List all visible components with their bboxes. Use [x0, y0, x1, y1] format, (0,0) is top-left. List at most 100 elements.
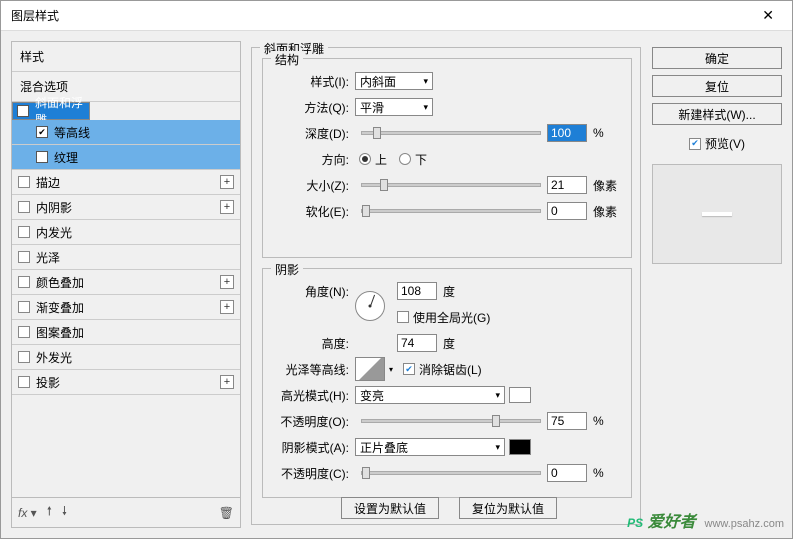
preview-checkbox[interactable]: ✔ — [689, 138, 701, 150]
direction-up-radio[interactable] — [359, 153, 371, 165]
style-item-bevel[interactable]: ✔ 斜面和浮雕 — [12, 102, 90, 120]
checkbox-icon[interactable] — [18, 226, 30, 238]
style-item-satin[interactable]: 光泽 — [12, 245, 240, 270]
direction-label: 方向: — [271, 151, 349, 168]
soften-label: 软化(E): — [271, 203, 349, 220]
shadow-opacity-input[interactable]: 0 — [547, 464, 587, 482]
styles-footer: fx ▾ 🠕 🠗 🗑 — [12, 497, 240, 527]
style-item-pattern-overlay[interactable]: 图案叠加 — [12, 320, 240, 345]
checkbox-icon[interactable] — [18, 251, 30, 263]
chevron-down-icon: ▾ — [495, 442, 500, 453]
altitude-input[interactable]: 74 — [397, 334, 437, 352]
styles-panel: 样式 混合选项 ✔ 斜面和浮雕 ✔ 等高线 纹理 描边 + 内阴影 — [11, 41, 241, 528]
checkbox-icon[interactable] — [18, 301, 30, 313]
shadow-color-swatch[interactable] — [509, 439, 531, 455]
technique-label: 方法(Q): — [271, 99, 349, 116]
fx-menu-icon[interactable]: fx ▾ — [18, 506, 37, 520]
depth-input[interactable]: 100 — [547, 124, 587, 142]
styles-header: 样式 — [12, 42, 240, 72]
style-label: 内阴影 — [36, 199, 220, 216]
reset-default-button[interactable]: 复位为默认值 — [459, 497, 557, 519]
window-title: 图层样式 — [11, 7, 754, 24]
watermark: PS 爱好者 www.psahz.com — [627, 508, 784, 532]
shadow-mode-label: 阴影模式(A): — [271, 439, 349, 456]
highlight-color-swatch[interactable] — [509, 387, 531, 403]
trash-icon[interactable]: 🗑 — [219, 506, 234, 520]
direction-down-radio[interactable] — [399, 153, 411, 165]
chevron-down-icon: ▾ — [423, 76, 428, 87]
style-item-gradient-overlay[interactable]: 渐变叠加 + — [12, 295, 240, 320]
style-label: 等高线 — [54, 124, 234, 141]
style-item-inner-glow[interactable]: 内发光 — [12, 220, 240, 245]
antialias-label: 消除锯齿(L) — [419, 361, 482, 378]
style-item-stroke[interactable]: 描边 + — [12, 170, 240, 195]
angle-input[interactable]: 108 — [397, 282, 437, 300]
structure-group: 结构 样式(I): 内斜面▾ 方法(Q): 平滑▾ 深度(D): 100 % — [262, 58, 632, 258]
style-item-contour[interactable]: ✔ 等高线 — [12, 120, 240, 145]
style-label: 描边 — [36, 174, 220, 191]
style-item-color-overlay[interactable]: 颜色叠加 + — [12, 270, 240, 295]
dir-down-label: 下 — [415, 151, 427, 168]
checkbox-icon[interactable] — [18, 276, 30, 288]
plus-icon[interactable]: + — [220, 375, 234, 389]
style-item-texture[interactable]: 纹理 — [12, 145, 240, 170]
angle-label: 角度(N): — [271, 283, 349, 300]
unit: 像素 — [593, 203, 623, 220]
style-select[interactable]: 内斜面▾ — [355, 72, 433, 90]
ok-button[interactable]: 确定 — [652, 47, 782, 69]
chevron-down-icon[interactable]: ▾ — [389, 365, 393, 374]
unit: 度 — [443, 335, 473, 352]
soften-input[interactable]: 0 — [547, 202, 587, 220]
highlight-opacity-input[interactable]: 75 — [547, 412, 587, 430]
move-down-icon[interactable]: 🠗 — [62, 502, 67, 523]
style-item-outer-glow[interactable]: 外发光 — [12, 345, 240, 370]
chevron-down-icon: ▾ — [423, 102, 428, 113]
technique-select[interactable]: 平滑▾ — [355, 98, 433, 116]
highlight-opacity-slider[interactable] — [361, 419, 541, 423]
set-default-button[interactable]: 设置为默认值 — [341, 497, 439, 519]
depth-label: 深度(D): — [271, 125, 349, 142]
checkbox-icon[interactable] — [18, 326, 30, 338]
preview-label: 预览(V) — [705, 135, 745, 152]
checkbox-icon[interactable]: ✔ — [36, 126, 48, 138]
new-style-button[interactable]: 新建样式(W)... — [652, 103, 782, 125]
plus-icon[interactable]: + — [220, 200, 234, 214]
cancel-button[interactable]: 复位 — [652, 75, 782, 97]
chevron-down-icon: ▾ — [495, 390, 500, 401]
plus-icon[interactable]: + — [220, 300, 234, 314]
gloss-label: 光泽等高线: — [271, 361, 349, 378]
style-item-drop-shadow[interactable]: 投影 + — [12, 370, 240, 395]
plus-icon[interactable]: + — [220, 275, 234, 289]
antialias-checkbox[interactable]: ✔ — [403, 363, 415, 375]
close-icon[interactable]: ✕ — [754, 7, 782, 24]
checkbox-icon[interactable] — [18, 176, 30, 188]
move-up-icon[interactable]: 🠕 — [47, 502, 52, 523]
size-label: 大小(Z): — [271, 177, 349, 194]
checkbox-icon[interactable] — [18, 201, 30, 213]
checkbox-icon[interactable]: ✔ — [17, 105, 29, 117]
global-light-label: 使用全局光(G) — [413, 309, 490, 326]
default-buttons: 设置为默认值 复位为默认值 — [341, 497, 557, 519]
checkbox-icon[interactable] — [18, 351, 30, 363]
size-slider[interactable] — [361, 183, 541, 187]
preview-box — [652, 164, 782, 264]
size-input[interactable]: 21 — [547, 176, 587, 194]
global-light-checkbox[interactable] — [397, 311, 409, 323]
depth-slider[interactable] — [361, 131, 541, 135]
angle-dial[interactable] — [355, 291, 385, 321]
shading-group: 阴影 角度(N): 108 度 使用全局光(G) 高度: 74 — [262, 268, 632, 498]
plus-icon[interactable]: + — [220, 175, 234, 189]
unit: 像素 — [593, 177, 623, 194]
gloss-contour-picker[interactable] — [355, 357, 385, 381]
shadow-mode-select[interactable]: 正片叠底▾ — [355, 438, 505, 456]
shadow-opacity-slider[interactable] — [361, 471, 541, 475]
checkbox-icon[interactable] — [18, 376, 30, 388]
checkbox-icon[interactable] — [36, 151, 48, 163]
style-label: 图案叠加 — [36, 324, 234, 341]
dir-up-label: 上 — [375, 151, 387, 168]
soften-slider[interactable] — [361, 209, 541, 213]
layer-style-dialog: 图层样式 ✕ 样式 混合选项 ✔ 斜面和浮雕 ✔ 等高线 纹理 描边 + — [0, 0, 793, 539]
shadow-opacity-label: 不透明度(C): — [271, 465, 349, 482]
style-item-inner-shadow[interactable]: 内阴影 + — [12, 195, 240, 220]
highlight-mode-select[interactable]: 变亮▾ — [355, 386, 505, 404]
